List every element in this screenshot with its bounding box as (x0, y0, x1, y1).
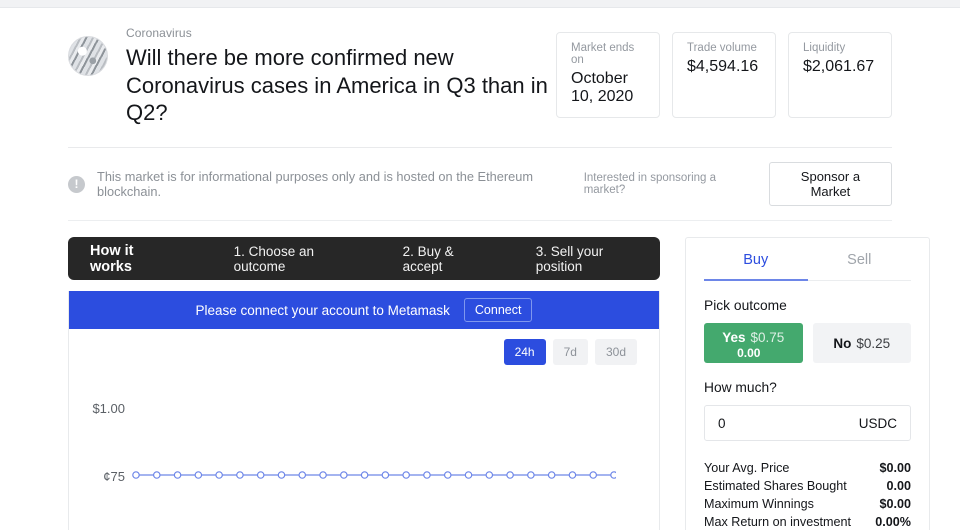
market-title-block: Coronavirus Will there be more confirmed… (126, 26, 556, 127)
how-it-works-step-1[interactable]: 1. Choose an outcome (234, 244, 352, 274)
outcome-no-price: $0.25 (856, 335, 891, 351)
market-category: Coronavirus (126, 26, 192, 40)
left-column: How it works 1. Choose an outcome 2. Buy… (68, 237, 660, 530)
outcome-button-no[interactable]: No $0.25 (812, 323, 911, 364)
stat-label: Market ends on (571, 42, 635, 66)
summary-row-shares-bought: Estimated Shares Bought 0.00 (704, 477, 911, 495)
pick-outcome-label: Pick outcome (704, 298, 787, 314)
amount-input[interactable] (718, 415, 859, 431)
market-header: Coronavirus Will there be more confirmed… (68, 8, 892, 149)
right-column: Buy Sell Pick outcome Yes $0.75 0.00 No … (685, 237, 930, 530)
stat-card-liquidity: Liquidity $2,061.67 (788, 32, 892, 118)
sponsor-question: Interested in sponsoring a market? (583, 172, 717, 197)
stat-label: Trade volume (687, 42, 757, 54)
summary-label: Maximum Winnings (704, 497, 814, 512)
how-much-label: How much? (704, 380, 777, 396)
coronavirus-avatar-icon (68, 36, 108, 76)
summary-row-avg-price: Your Avg. Price $0.00 (704, 459, 911, 477)
stat-card-trade-volume: Trade volume $4,594.16 (672, 32, 776, 118)
stat-value: $2,061.67 (803, 58, 875, 75)
summary-value: 0.00% (875, 515, 911, 530)
how-it-works-step-3[interactable]: 3. Sell your position (536, 244, 638, 274)
chart-card: Please connect your account to Metamask … (68, 291, 660, 530)
metamask-connect-button[interactable]: Connect (463, 298, 533, 323)
summary-value: $0.00 (879, 497, 911, 512)
summary-label: Your Avg. Price (704, 461, 790, 476)
how-it-works-bar: How it works 1. Choose an outcome 2. Buy… (68, 237, 660, 281)
metamask-banner: Please connect your account to Metamask … (69, 291, 659, 330)
summary-value: 0.00 (886, 479, 911, 494)
outcome-buttons: Yes $0.75 0.00 No $0.25 (704, 323, 911, 364)
outcome-button-yes[interactable]: Yes $0.75 0.00 (704, 323, 803, 364)
market-stats: Market ends on October 10, 2020 Trade vo… (556, 26, 892, 118)
summary-label: Estimated Shares Bought (704, 479, 847, 494)
sponsor-a-market-button[interactable]: Sponsor a Market (768, 162, 893, 207)
page-container: Coronavirus Will there be more confirmed… (0, 8, 960, 530)
info-bar-text: This market is for informational purpose… (97, 169, 534, 200)
body-columns: How it works 1. Choose an outcome 2. Buy… (68, 221, 930, 530)
summary-value: $0.00 (879, 461, 911, 476)
page-title: Will there be more confirmed new Coronav… (126, 45, 548, 126)
currency-label: USDC (858, 415, 897, 431)
chart-plot-area (132, 471, 616, 479)
stat-value: October 10, 2020 (571, 70, 634, 105)
amount-input-wrapper[interactable]: USDC (704, 405, 911, 442)
trade-panel: Buy Sell Pick outcome Yes $0.75 0.00 No … (685, 237, 930, 530)
outcome-yes-shares: 0.00 (737, 345, 761, 360)
outcome-no-name: No (833, 335, 852, 351)
tab-buy[interactable]: Buy (704, 238, 808, 282)
summary-label: Max Return on investment (704, 515, 851, 530)
outcome-yes-name: Yes (722, 329, 746, 345)
trade-panel-tabs: Buy Sell (704, 238, 912, 282)
summary-row-max-winnings: Maximum Winnings $0.00 (704, 495, 911, 513)
tab-sell[interactable]: Sell (808, 238, 912, 281)
outcome-yes-price: $0.75 (750, 329, 785, 345)
info-icon: ! (68, 175, 85, 193)
how-it-works-title: How it works (90, 242, 134, 275)
stat-value: $4,594.16 (687, 58, 759, 75)
stat-card-market-ends: Market ends on October 10, 2020 (556, 32, 660, 118)
price-chart: $1.00 ¢75 ¢50 ¢25 (69, 329, 659, 530)
trade-summary: Your Avg. Price $0.00 Estimated Shares B… (704, 459, 911, 530)
stat-label: Liquidity (803, 42, 846, 54)
metamask-message: Please connect your account to Metamask (195, 302, 450, 318)
summary-row-max-roi: Max Return on investment 0.00% (704, 513, 911, 530)
info-bar: ! This market is for informational purpo… (68, 148, 893, 222)
how-it-works-step-2[interactable]: 2. Buy & accept (403, 244, 485, 274)
top-strip (0, 0, 960, 8)
